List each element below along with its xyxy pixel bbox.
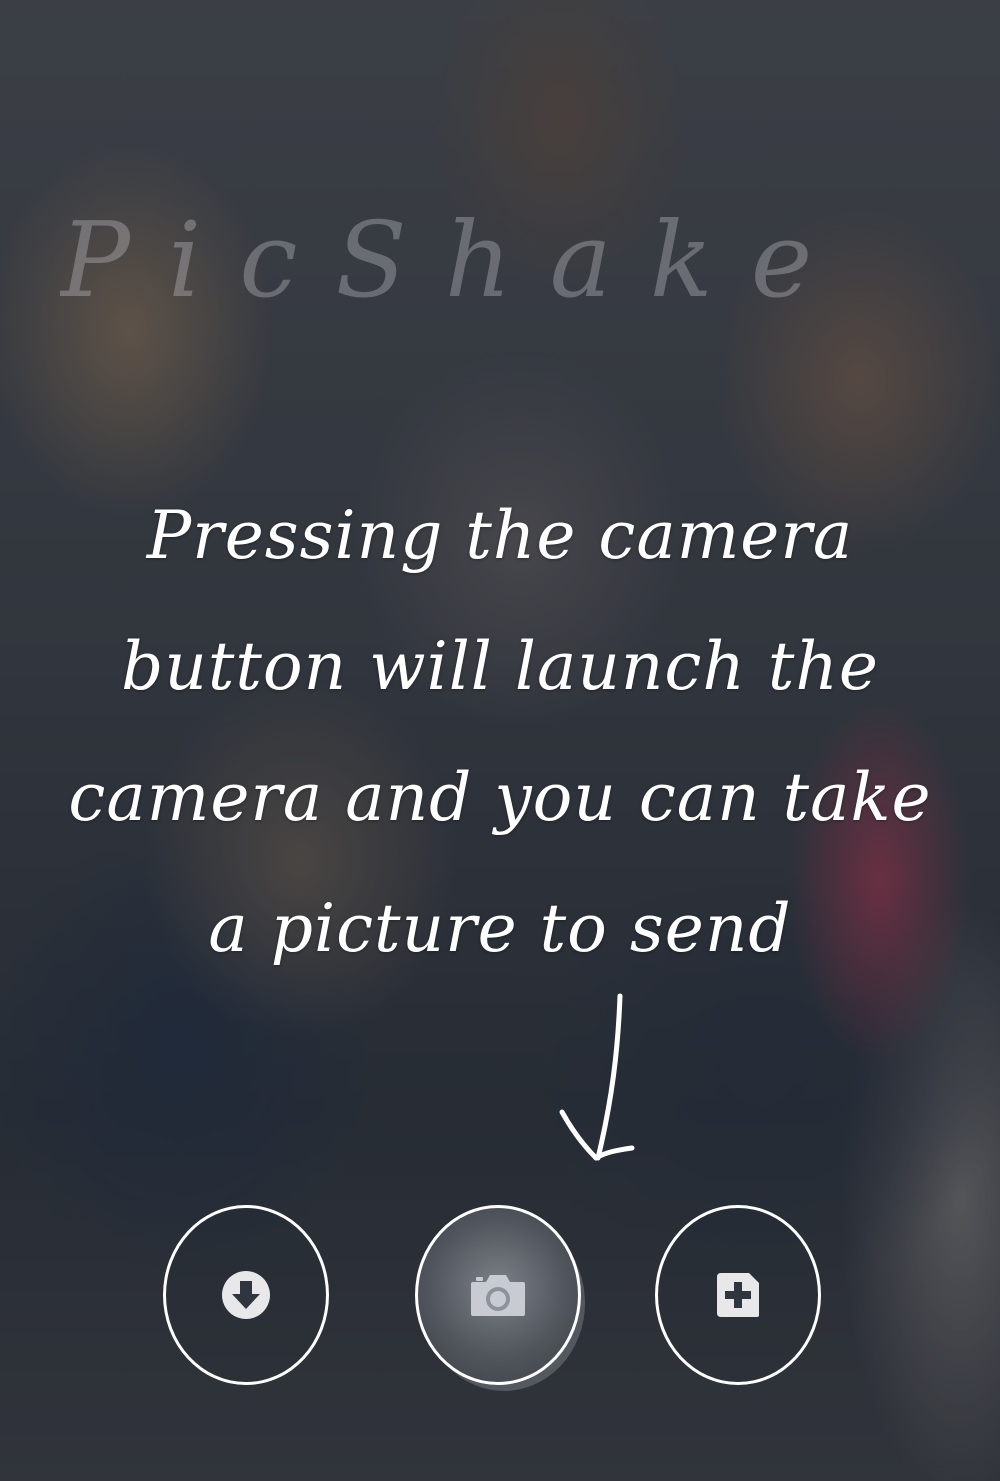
add-icon <box>717 1273 759 1317</box>
camera-icon <box>471 1275 525 1316</box>
camera-button[interactable] <box>415 1205 581 1385</box>
tutorial-text: Pressing the camera button will launch t… <box>68 497 932 967</box>
pointer-arrow-icon <box>559 993 635 1161</box>
add-button[interactable] <box>655 1205 821 1385</box>
app-title: PicShake <box>60 199 851 321</box>
download-button[interactable] <box>163 1205 329 1385</box>
tutorial-screen: PicShake Pressing the camera button will… <box>0 0 1000 1481</box>
download-icon <box>222 1271 270 1319</box>
